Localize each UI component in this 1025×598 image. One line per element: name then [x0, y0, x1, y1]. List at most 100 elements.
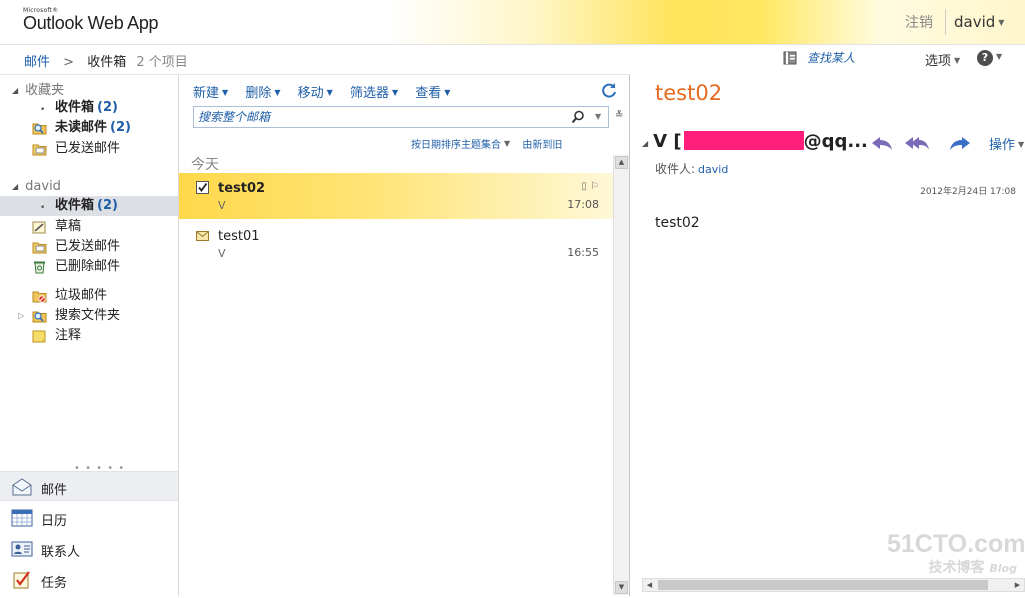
nav-item-label: 已删除邮件: [55, 259, 121, 274]
toolbar-label: 删除: [245, 86, 272, 101]
options-menu[interactable]: 选项 ▼: [925, 50, 960, 69]
scrollbar-thumb[interactable]: [658, 580, 988, 590]
nav-item-label: 收件箱 (2): [55, 98, 118, 118]
folder-item-search-folders[interactable]: ▷ 搜索文件夹: [0, 306, 178, 326]
list-toolbar: 新建 ▼ 删除 ▼ 移动 ▼ 筛选器 ▼ 查看 ▼: [193, 82, 463, 101]
nav-item-label: 收件箱 (2): [55, 196, 118, 216]
nav-item-text: 未读邮件: [55, 120, 108, 135]
list-scrollbar[interactable]: ▲ ▼: [613, 155, 629, 595]
actions-menu[interactable]: 操作 ▼: [989, 134, 1024, 153]
sent-icon: [32, 144, 47, 156]
mailbox-title: david: [25, 179, 61, 194]
unread-count: (2): [97, 198, 118, 213]
sender-prefix[interactable]: V [: [653, 131, 681, 152]
expand-search-icon[interactable]: ≚: [615, 110, 623, 121]
scroll-up-icon[interactable]: ▲: [615, 156, 628, 169]
filter-button[interactable]: 筛选器 ▼: [350, 82, 398, 101]
module-mail[interactable]: 邮件: [0, 471, 178, 501]
message-row[interactable]: test02 V ▯ ⚐ 17:08: [179, 173, 613, 219]
message-sender: V: [218, 199, 226, 212]
sent-icon: [32, 242, 47, 254]
help-icon: ?: [977, 50, 993, 66]
search-folder-icon: [32, 123, 47, 135]
signout-link[interactable]: 注销: [905, 12, 933, 32]
mail-icon: [12, 478, 32, 496]
module-contacts[interactable]: 联系人: [0, 534, 178, 564]
reading-scrollbar[interactable]: ◀ ▶: [642, 578, 1025, 592]
envelope-icon: [196, 231, 209, 241]
help-menu[interactable]: ? ▼: [977, 50, 1002, 66]
chevron-down-icon: ▼: [274, 88, 281, 97]
search-box: ▼: [193, 106, 609, 128]
favorites-item-unread[interactable]: 未读邮件 (2): [0, 118, 178, 138]
watermark-logo: 51CTO.com 技术博客 Blog: [887, 530, 1025, 577]
search-scope-dropdown[interactable]: ▼: [595, 112, 601, 121]
reading-pane: test02 ◢ V [@qq... 操作 ▼ 收件人: david 2012年2月2…: [631, 74, 1025, 596]
favorites-header[interactable]: ◢ 收藏夹: [12, 79, 64, 98]
message-list-pane: 新建▼ 删除▼ 移动▼ 筛选器▼ 查看▼ ▼ ≚ 按日期排序主题集合▼ 由新到旧…: [178, 74, 630, 596]
sort-bar: 按日期排序主题集合 ▼ 由新到旧: [411, 136, 562, 151]
inbox-icon: •: [40, 203, 46, 213]
message-subject: test02: [218, 181, 266, 196]
module-calendar[interactable]: 日历: [0, 503, 178, 533]
message-time: 17:08: [567, 198, 599, 211]
folder-item-notes[interactable]: 注释: [0, 326, 178, 346]
scroll-right-icon[interactable]: ▶: [1011, 579, 1024, 591]
chevron-down-icon: ▼: [326, 88, 333, 97]
search-icon[interactable]: [571, 110, 585, 124]
reply-all-icon[interactable]: [904, 134, 930, 152]
new-button[interactable]: 新建 ▼: [193, 82, 228, 101]
unread-count: (2): [110, 120, 131, 135]
junk-icon: [32, 291, 47, 303]
item-count: 2 个项目: [136, 55, 188, 70]
reply-icon[interactable]: [869, 134, 895, 152]
message-subject: test01: [218, 229, 260, 244]
nav-item-label: 注释: [55, 328, 82, 343]
collapse-triangle-icon: ◢: [12, 86, 19, 95]
sender-domain[interactable]: @qq...: [804, 131, 868, 152]
sort-order-toggle[interactable]: 由新到旧: [522, 140, 562, 151]
move-button[interactable]: 移动 ▼: [298, 82, 333, 101]
favorites-item-inbox[interactable]: • 收件箱 (2): [0, 98, 178, 118]
breadcrumb-mail-link[interactable]: 邮件: [24, 55, 50, 70]
expand-triangle-icon[interactable]: ▷: [18, 306, 24, 326]
find-someone-link[interactable]: 查找某人: [783, 49, 855, 66]
view-button[interactable]: 查看 ▼: [415, 82, 450, 101]
folder-item-drafts[interactable]: 草稿: [0, 217, 178, 237]
search-input[interactable]: [198, 109, 558, 125]
reading-subject: test02: [655, 81, 723, 105]
chevron-down-icon: ▼: [996, 52, 1003, 61]
scroll-left-icon[interactable]: ◀: [643, 579, 656, 591]
scroll-down-icon[interactable]: ▼: [615, 581, 628, 594]
drafts-icon: [32, 221, 46, 234]
flag-icon[interactable]: ▯ ⚐: [581, 181, 599, 192]
folder-item-inbox[interactable]: • 收件箱 (2): [0, 196, 178, 216]
chevron-down-icon: ▼: [1018, 140, 1025, 149]
collapse-triangle-icon[interactable]: ◢: [642, 139, 648, 148]
message-sender: V: [218, 247, 226, 260]
chevron-right-icon: >: [63, 55, 75, 70]
module-tasks[interactable]: 任务: [0, 565, 178, 595]
folder-item-sent[interactable]: 已发送邮件: [0, 237, 178, 257]
sort-by-dropdown[interactable]: 按日期排序主题集合 ▼: [411, 139, 510, 151]
user-menu[interactable]: david ▼: [954, 13, 1004, 31]
watermark-main-text: 51CTO.com: [887, 530, 1025, 558]
unread-count: (2): [97, 100, 118, 115]
folder-item-junk[interactable]: 垃圾邮件: [0, 286, 178, 306]
address-book-icon: [783, 51, 797, 65]
inbox-icon: •: [40, 105, 46, 115]
refresh-icon[interactable]: [601, 82, 617, 98]
module-label: 邮件: [41, 483, 68, 498]
chevron-down-icon: ▼: [391, 88, 399, 97]
forward-icon[interactable]: [947, 134, 973, 152]
checkbox-checked-icon[interactable]: [196, 181, 209, 194]
mailbox-header[interactable]: ◢ david: [12, 179, 61, 194]
chevron-down-icon: ▼: [444, 88, 451, 97]
folder-item-deleted[interactable]: 已删除邮件: [0, 257, 178, 277]
recipient-link[interactable]: david: [698, 163, 728, 176]
favorites-item-sent[interactable]: 已发送邮件: [0, 139, 178, 159]
nav-item-label: 垃圾邮件: [55, 288, 108, 303]
delete-button[interactable]: 删除 ▼: [245, 82, 280, 101]
message-row[interactable]: test01 V 16:55: [179, 221, 613, 267]
top-header: Microsoft® Outlook Web App 注销 david ▼: [0, 0, 1025, 45]
